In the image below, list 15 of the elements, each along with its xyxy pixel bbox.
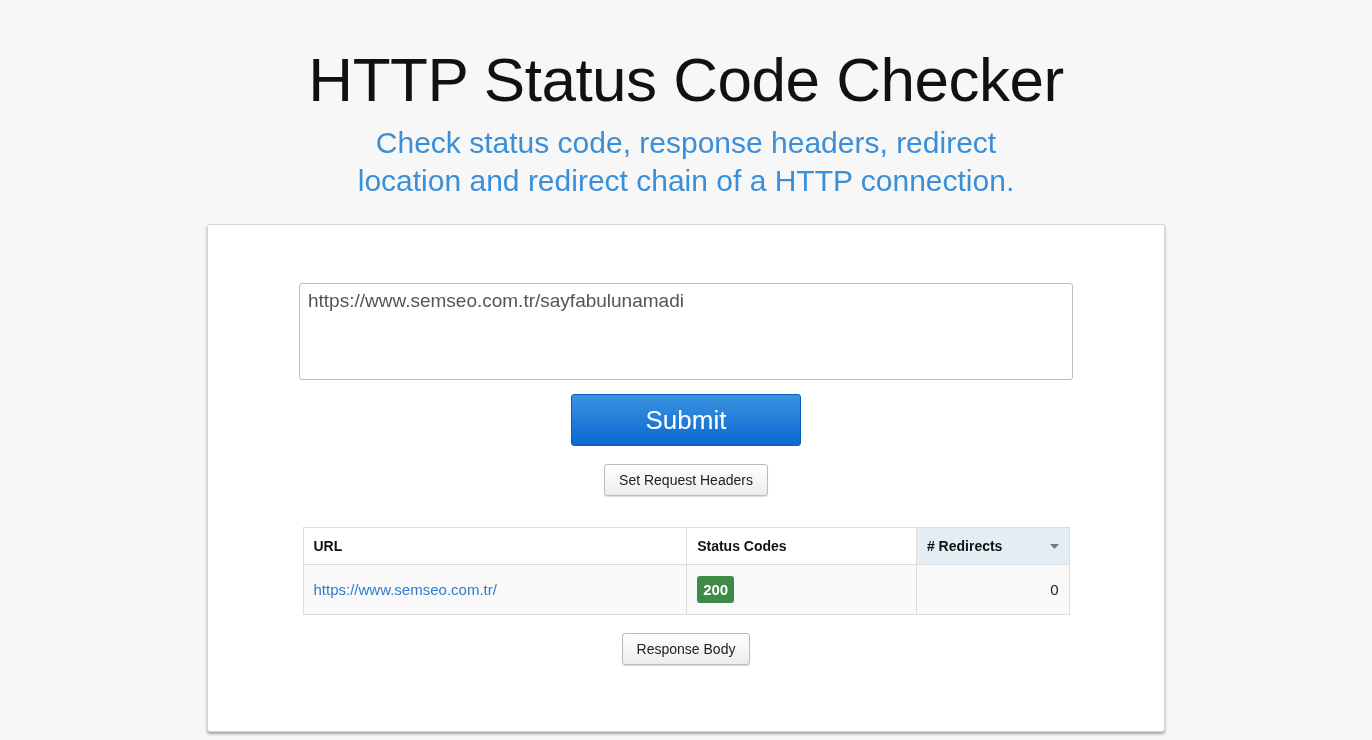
redirects-cell: 0 [916,564,1069,615]
subtitle-line: location and redirect chain of a HTTP connection. [357,163,1015,199]
subtitle-line: Check status code, response headers, redirect [375,125,997,161]
column-header[interactable]: # Redirects [916,527,1069,565]
page-title: HTTP Status Code Checker [307,44,1065,116]
status-code-badge: 200 [697,576,735,603]
submit-button[interactable]: Submit [571,394,801,446]
column-header[interactable]: URL [303,527,687,565]
column-label: # Redirects [926,538,1003,554]
sort-caret-icon [1049,543,1059,549]
response-body-button[interactable]: Response Body [621,633,751,665]
url-input-field[interactable]: https://www.semseo.com.tr/sayfabulunamadi [299,283,1073,380]
set-request-headers-button[interactable]: Set Request Headers [604,464,768,496]
result-url-link[interactable]: https://www.semseo.com.tr/ [313,581,497,598]
column-header[interactable]: Status Codes [686,527,917,565]
